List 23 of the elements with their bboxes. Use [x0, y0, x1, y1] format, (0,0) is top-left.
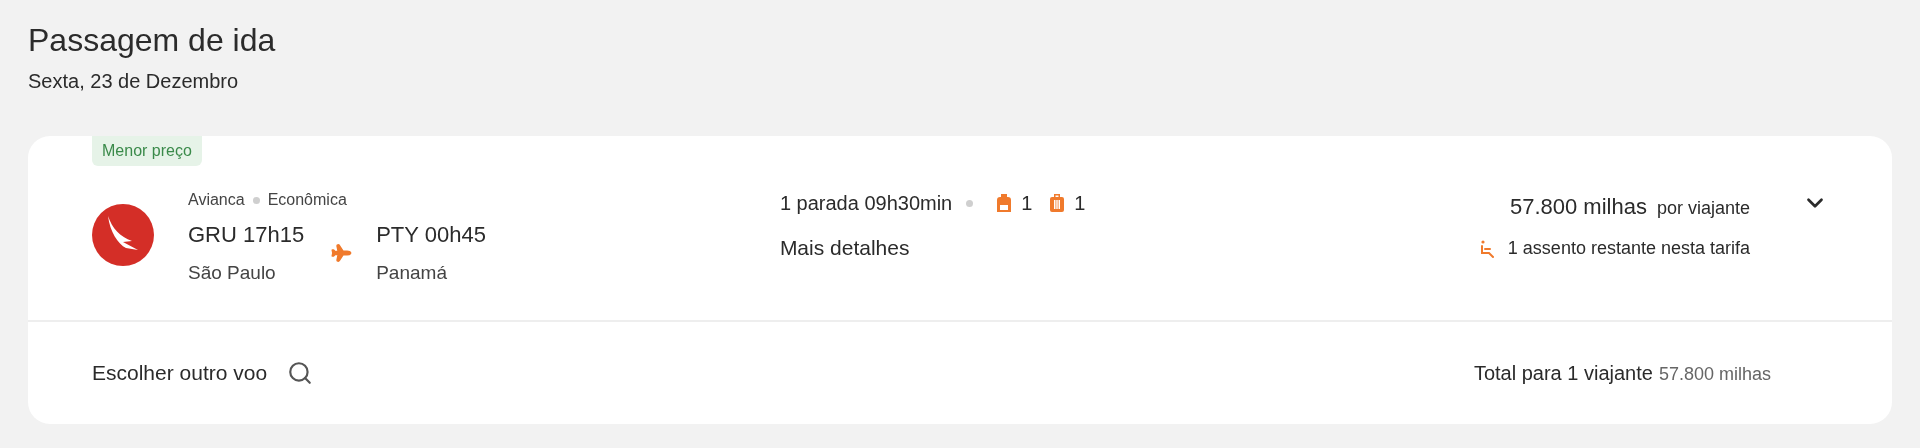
page-title: Passagem de ida [28, 21, 277, 60]
price-unit: por viajante [1656, 197, 1750, 220]
flight-date: Sexta, 23 de Dezembro [28, 69, 240, 94]
cabin-class: Econômica [267, 190, 347, 210]
total-label: Total para 1 viajante [1473, 361, 1653, 386]
departure-city: São Paulo [188, 261, 277, 285]
choose-other-flight-link[interactable]: Escolher outro voo [92, 357, 268, 389]
price: 57.800 milhas [1509, 193, 1647, 221]
search-icon[interactable] [287, 360, 314, 386]
stops-duration: 1 parada 09h30min [779, 191, 953, 216]
suitcase-icon [1050, 194, 1065, 212]
arrival-city: Panamá [376, 261, 448, 285]
arrival-time: PTY 00h45 [376, 221, 486, 249]
carry-on-count: 1 [1021, 191, 1033, 216]
airline-name: Avianca [188, 190, 245, 210]
backpack-icon [997, 194, 1012, 212]
seats-remaining: 1 assento restante nesta tarifa [1507, 237, 1750, 260]
checked-bag-count: 1 [1074, 191, 1086, 216]
airline-logo-icon [92, 204, 154, 266]
details-link[interactable]: Mais detalhes [779, 232, 1086, 264]
departure-time: GRU 17h15 [188, 221, 305, 249]
lowest-price-badge: Menor preço [92, 136, 202, 166]
total-value: 57.800 milhas [1658, 363, 1771, 386]
